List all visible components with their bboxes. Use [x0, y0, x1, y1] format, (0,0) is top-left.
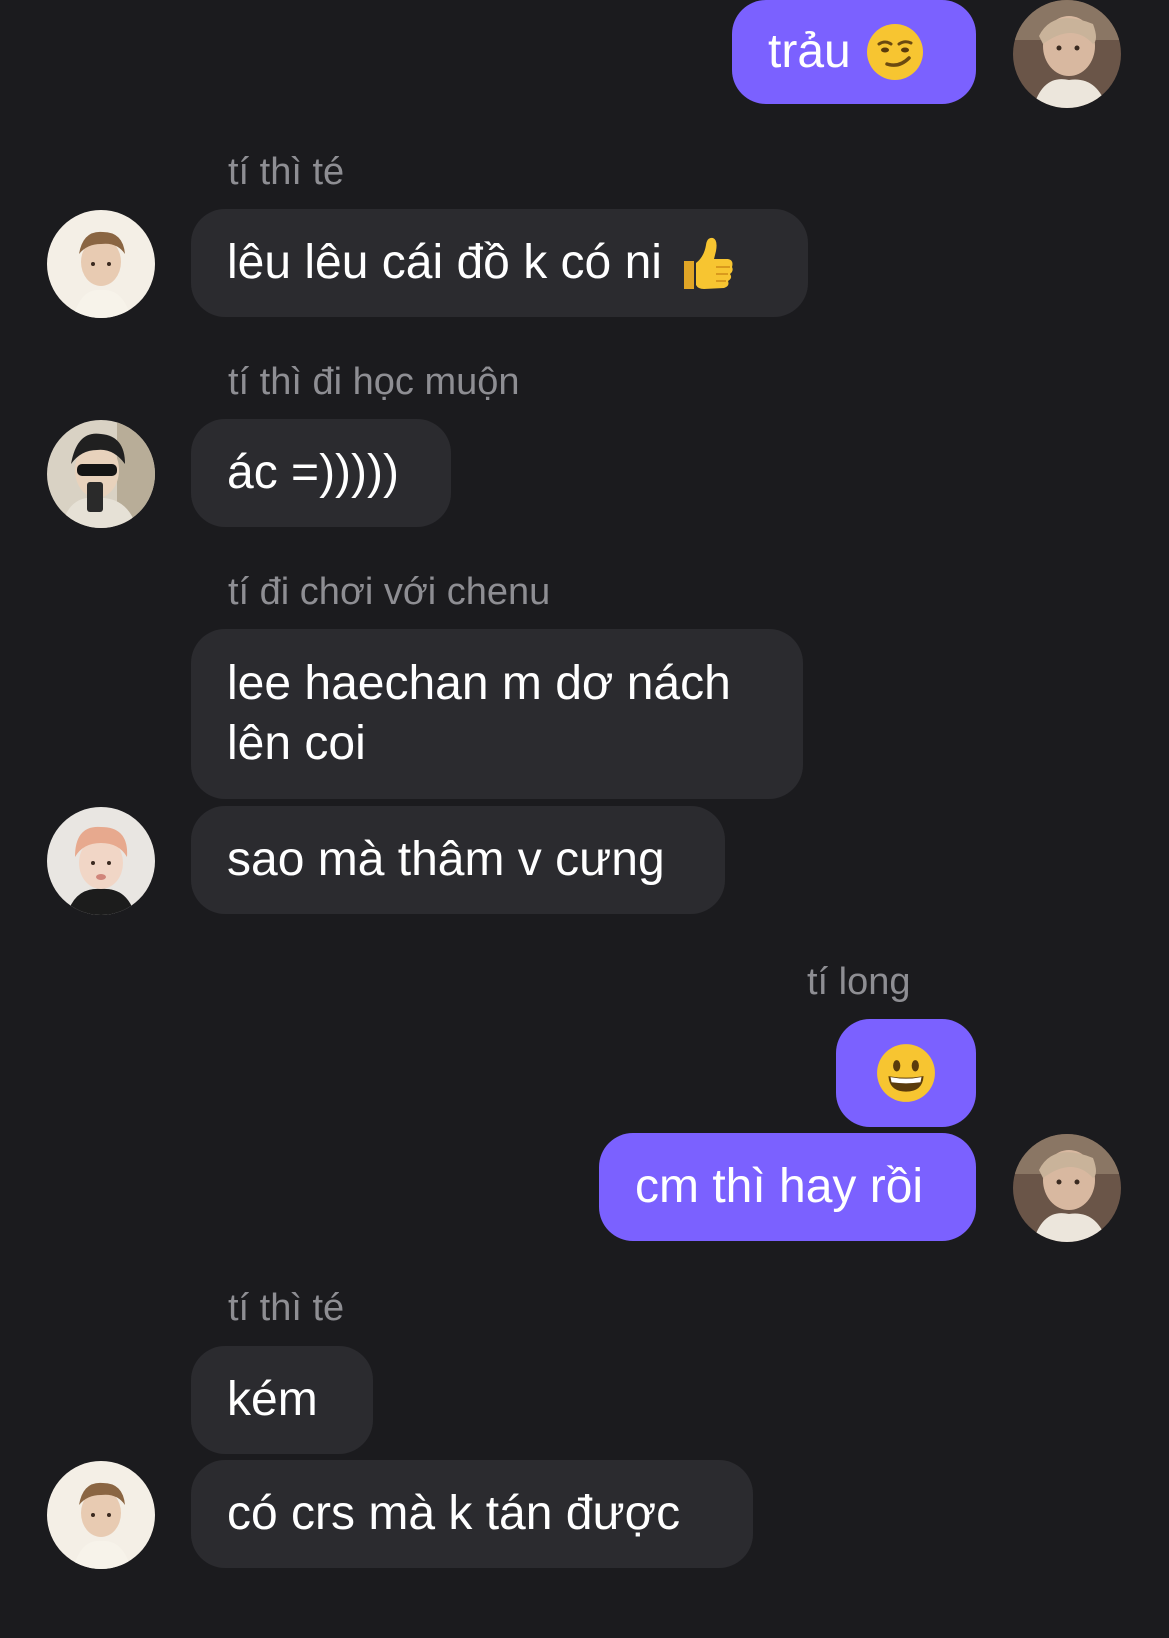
- avatar-photo: [47, 420, 155, 528]
- avatar-photo: [47, 210, 155, 318]
- message-text: lêu lêu cái đồ k có ni: [227, 236, 662, 289]
- sender-name: tí thì té: [228, 1287, 345, 1329]
- incoming-message-bubble[interactable]: có crs mà k tán được: [191, 1460, 753, 1568]
- sender-name: tí thì té: [228, 151, 345, 193]
- grinning-face-icon: [877, 1044, 935, 1102]
- smirking-face-icon: [866, 24, 923, 80]
- sender-avatar[interactable]: [47, 807, 155, 915]
- incoming-message-bubble[interactable]: lee haechan m dơ nách lên coi: [191, 629, 803, 799]
- message-text: kém: [227, 1373, 318, 1426]
- message-text: trảu: [768, 25, 851, 78]
- my-avatar[interactable]: [1013, 1134, 1121, 1242]
- avatar-photo: [1013, 0, 1121, 108]
- sender-name: tí long: [807, 961, 911, 1003]
- sender-name: tí đi chơi với chenu: [228, 571, 551, 613]
- avatar-photo: [47, 807, 155, 915]
- sender-name: tí thì đi học muộn: [228, 361, 520, 403]
- message-text: sao mà thâm v cưng: [227, 833, 665, 886]
- incoming-message-bubble[interactable]: ác =))))): [191, 419, 451, 527]
- outgoing-message-bubble[interactable]: [836, 1019, 976, 1127]
- incoming-message-bubble[interactable]: kém: [191, 1346, 373, 1454]
- outgoing-message-bubble[interactable]: cm thì hay rồi: [599, 1133, 976, 1241]
- my-avatar[interactable]: [1013, 0, 1121, 108]
- thumbs-up-icon: [683, 237, 733, 289]
- message-text: có crs mà k tán được: [227, 1487, 681, 1540]
- avatar-photo: [1013, 1134, 1121, 1242]
- outgoing-message-bubble[interactable]: trảu: [732, 0, 976, 104]
- incoming-message-bubble[interactable]: lêu lêu cái đồ k có ni: [191, 209, 808, 317]
- avatar-photo: [47, 1461, 155, 1569]
- message-text: cm thì hay rồi: [635, 1160, 924, 1213]
- sender-avatar[interactable]: [47, 210, 155, 318]
- sender-avatar[interactable]: [47, 1461, 155, 1569]
- message-text: lee haechan m dơ nách lên coi: [227, 657, 731, 770]
- sender-avatar[interactable]: [47, 420, 155, 528]
- message-text: ác =))))): [227, 446, 399, 499]
- incoming-message-bubble[interactable]: sao mà thâm v cưng: [191, 806, 725, 914]
